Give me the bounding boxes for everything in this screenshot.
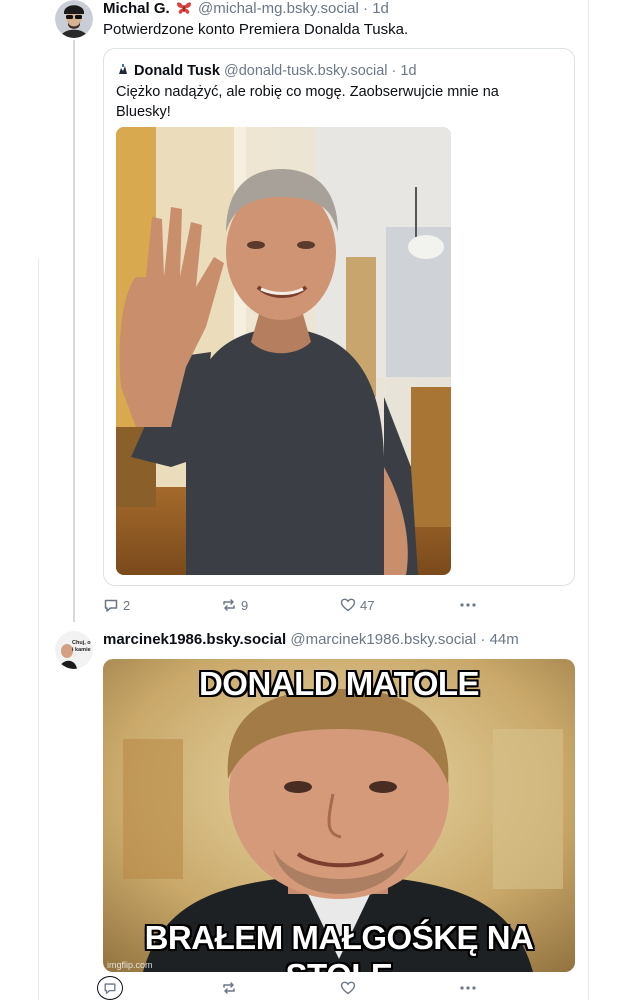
post1-header: Michal G. @michal-mg.bsky.social · 1d (103, 0, 389, 20)
post2-time[interactable]: 44m (490, 631, 519, 648)
repost-button[interactable] (221, 978, 237, 998)
meme-watermark: imgflip.com (107, 960, 153, 970)
butterfly-icon (176, 1, 192, 20)
meme-image[interactable]: DONALD MATOLE BRAŁEM MAŁGOŚKĘ NA STOLE i… (103, 659, 575, 972)
post1-time[interactable]: 1d (372, 0, 389, 17)
repost-icon (221, 980, 237, 996)
reply-icon (103, 597, 119, 613)
feed-left-border (38, 258, 39, 1000)
post1-actions: 2 9 47 (103, 595, 476, 615)
repost-count: 9 (241, 597, 249, 613)
post1-handle[interactable]: @michal-mg.bsky.social (198, 0, 359, 17)
post1-display-name[interactable]: Michal G. (103, 0, 170, 17)
quote-handle[interactable]: @donald-tusk.bsky.social (224, 63, 388, 79)
reply-count: 2 (123, 597, 131, 613)
quote-time[interactable]: 1d (400, 63, 416, 79)
quote-display-name[interactable]: Donald Tusk (134, 63, 220, 79)
quote-header: Donald Tusk @donald-tusk.bsky.social · 1… (116, 62, 417, 80)
svg-text:i kamie: i kamie (72, 647, 91, 653)
quote-text: Ciężko nadążyć, ale robię co mogę. Zaobs… (116, 84, 499, 120)
quote-separator: · (387, 63, 401, 79)
avatar-marcinek[interactable]: Chuj, o i kamie (55, 631, 93, 669)
repost-button[interactable]: 9 (221, 595, 248, 615)
quoted-post-card[interactable]: Donald Tusk @donald-tusk.bsky.social · 1… (103, 48, 575, 586)
meme-top-text: DONALD MATOLE (198, 665, 480, 702)
post1-separator: · (358, 0, 373, 17)
more-icon (459, 597, 477, 613)
thread-connector-line (73, 40, 75, 622)
post2-handle[interactable]: @marcinek1986.bsky.social (290, 631, 476, 648)
repost-icon (221, 597, 237, 613)
post1-text: Potwierdzone konto Premiera Donalda Tusk… (103, 21, 409, 38)
post2-display-name[interactable]: marcinek1986.bsky.social (103, 631, 286, 648)
reply-icon (103, 981, 117, 995)
reply-button[interactable]: 2 (103, 595, 130, 615)
like-icon (340, 980, 356, 996)
post2-actions (97, 976, 477, 1000)
more-icon (459, 980, 477, 996)
reply-button-focused[interactable] (97, 976, 123, 1000)
more-options-button[interactable] (459, 595, 477, 615)
post2-separator: · (476, 631, 490, 648)
like-button[interactable]: 47 (340, 595, 374, 615)
svg-text:Chuj, o: Chuj, o (72, 640, 91, 646)
avatar-michal[interactable] (55, 0, 93, 38)
meme-bottom-text: BRAŁEM MAŁGOŚKĘ NA STOLE (144, 919, 534, 972)
more-options-button[interactable] (459, 978, 477, 998)
like-icon (340, 597, 356, 613)
quote-photo-waving-man[interactable] (116, 127, 451, 575)
quote-avatar[interactable] (116, 63, 130, 77)
like-button[interactable] (340, 978, 356, 998)
like-count: 47 (360, 597, 375, 613)
post2-header: marcinek1986.bsky.social @marcinek1986.b… (103, 631, 519, 649)
feed-right-border (588, 0, 589, 1000)
